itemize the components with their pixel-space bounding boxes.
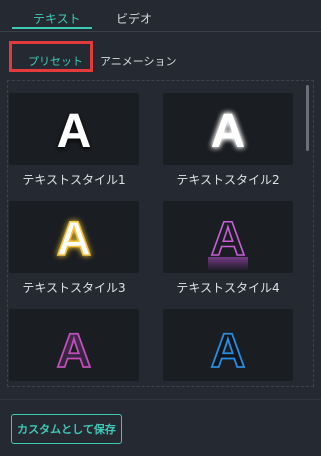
- preset-tile-3[interactable]: A: [9, 201, 139, 273]
- svg-text:A: A: [57, 105, 92, 158]
- preset-6-glyph: A: [210, 324, 246, 379]
- preset-grid-panel: A テキストスタイル1 A テキストスタイル2 A テキストスタイル3 A テキ…: [7, 80, 314, 387]
- tab-text[interactable]: テキスト: [33, 10, 81, 27]
- svg-text:A: A: [211, 325, 246, 378]
- preset-2-glyph: A: [211, 105, 246, 158]
- top-tab-bar: テキスト ビデオ: [0, 0, 321, 34]
- preset-5-glyph: A: [56, 324, 92, 379]
- svg-text:A: A: [57, 213, 92, 266]
- preset-1-glyph: A: [57, 105, 92, 158]
- preset-tile-1[interactable]: A: [9, 93, 139, 165]
- svg-text:A: A: [57, 325, 92, 378]
- preset-label-1: テキストスタイル1: [22, 173, 126, 187]
- preset-tile-6[interactable]: A: [163, 309, 293, 381]
- preset-label-3: テキストスタイル3: [22, 281, 126, 295]
- tab-text-underline: [12, 27, 92, 29]
- scrollbar[interactable]: [306, 85, 309, 151]
- presets-highlight-box: [9, 41, 93, 72]
- sub-tab-bar: プリセット アニメーション: [0, 36, 321, 80]
- preset-tile-2[interactable]: A: [163, 93, 293, 165]
- preset-label-2: テキストスタイル2: [176, 173, 280, 187]
- subtab-animation[interactable]: アニメーション: [100, 53, 177, 69]
- preset-tile-4[interactable]: A: [163, 201, 293, 273]
- tab-video[interactable]: ビデオ: [116, 10, 152, 27]
- preset-3-glyph: A: [56, 212, 92, 267]
- preset-label-4: テキストスタイル4: [176, 281, 280, 295]
- svg-text:A: A: [211, 105, 246, 158]
- top-divider: [0, 31, 321, 32]
- preset-tile-5[interactable]: A: [9, 309, 139, 381]
- footer-divider: [0, 399, 321, 400]
- preset-4-glyph: A: [208, 212, 248, 271]
- save-as-custom-button[interactable]: カスタムとして保存: [11, 414, 122, 444]
